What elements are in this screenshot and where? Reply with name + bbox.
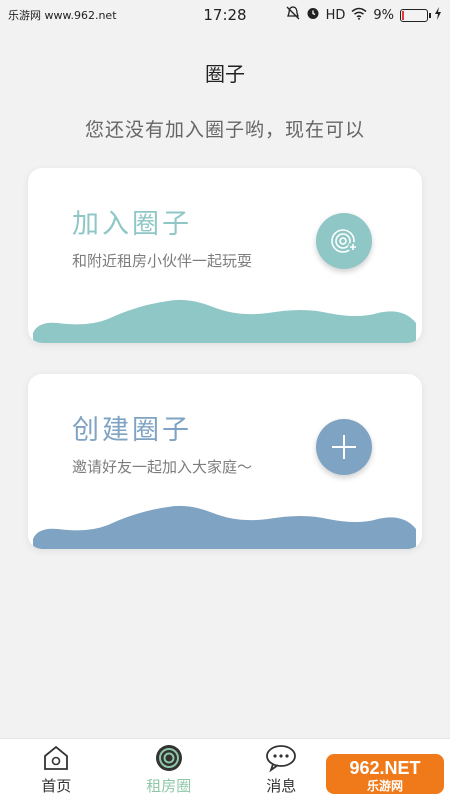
battery-icon: [400, 8, 431, 22]
create-circle-button[interactable]: [316, 419, 372, 475]
tab-label: 消息: [266, 777, 297, 795]
tab-label: 租房圈: [146, 777, 192, 795]
hd-label: HD: [325, 7, 346, 23]
card-description: 邀请好友一起加入大家庭～: [72, 458, 253, 476]
wave-decoration: [33, 299, 416, 343]
page-title: 圈子: [205, 62, 245, 86]
circle-icon: [155, 745, 182, 771]
card-description: 和附近租房小伙伴一起玩耍: [72, 252, 253, 270]
svg-text:962.NET: 962.NET: [349, 758, 420, 778]
tab-home[interactable]: 首页: [0, 739, 113, 800]
mute-icon: [286, 6, 300, 24]
charging-icon: [434, 6, 442, 24]
page-subtitle: 您还没有加入圈子哟，现在可以: [84, 119, 365, 141]
card-title: 创建圈子: [72, 415, 192, 446]
watermark-logo: 962.NET 乐游网: [326, 752, 444, 796]
tab-rental-circle[interactable]: 租房圈: [113, 739, 226, 800]
card-title: 加入圈子: [72, 209, 192, 240]
svg-text:乐游网: 乐游网: [367, 778, 403, 793]
home-icon: [44, 745, 69, 770]
wave-decoration: [33, 505, 416, 549]
create-circle-card[interactable]: 创建圈子 邀请好友一起加入大家庭～: [28, 374, 422, 549]
join-circle-icon: [331, 229, 358, 253]
alarm-icon: [306, 6, 320, 24]
plus-icon: [332, 435, 356, 459]
status-left-text: 乐游网 www.962.net: [8, 9, 117, 22]
join-circle-card[interactable]: 加入圈子 和附近租房小伙伴一起玩耍: [28, 168, 422, 343]
status-indicators: HD 9%: [286, 6, 442, 24]
wifi-icon: [351, 7, 367, 24]
status-bar: 乐游网 www.962.net 17:28 HD 9%: [0, 0, 450, 30]
message-icon: [266, 745, 297, 773]
tab-messages[interactable]: 消息: [225, 739, 338, 800]
battery-percent: 9%: [373, 7, 394, 23]
tab-label: 首页: [41, 777, 72, 795]
join-circle-button[interactable]: [316, 213, 372, 269]
